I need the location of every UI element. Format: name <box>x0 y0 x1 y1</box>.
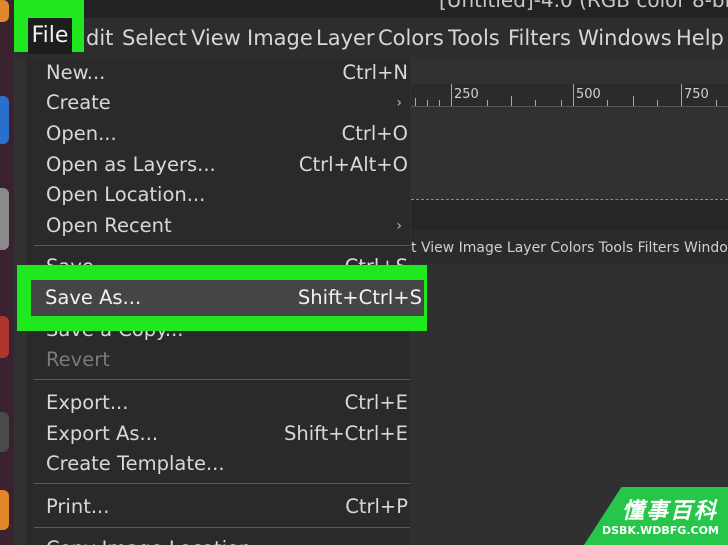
app-icon-orange-2[interactable] <box>0 490 9 530</box>
canvas-area[interactable] <box>411 107 728 199</box>
window-title: [Untitled]-4.0 (RGB color 8-bit <box>439 0 728 12</box>
secondary-menu-text[interactable]: t View Image Layer Colors Tools Filters … <box>411 240 728 256</box>
menu-layer[interactable]: Layer <box>316 26 375 50</box>
menu-filters[interactable]: Filters <box>508 26 571 50</box>
menu-view[interactable]: View <box>191 26 241 50</box>
menu-item-save-as[interactable]: Save As... Shift+Ctrl+S <box>31 280 424 316</box>
app-icon-gray[interactable] <box>0 188 9 250</box>
ruler-label-500: 500 <box>576 87 601 102</box>
app-icon-red[interactable] <box>0 316 9 358</box>
ruler-label-750: 750 <box>684 87 709 102</box>
menu-item-open-location[interactable]: Open Location... <box>26 180 410 210</box>
menu-separator <box>34 245 410 246</box>
menu-item-revert: Revert <box>46 348 110 371</box>
ruler-label-250: 250 <box>454 87 479 102</box>
menu-image[interactable]: Image <box>247 26 313 50</box>
menu-item-new[interactable]: New... Ctrl+N <box>26 58 410 88</box>
menu-separator <box>34 483 410 484</box>
watermark-text: 懂事百科 <box>622 499 719 524</box>
menu-select[interactable]: Select <box>122 26 187 50</box>
gimp-window: [Untitled]-4.0 (RGB color 8-bit dit Sele… <box>14 0 728 545</box>
menu-item-open-recent[interactable]: Open Recent › <box>26 211 410 241</box>
app-icon-orange[interactable] <box>0 0 9 22</box>
menu-tools[interactable]: Tools <box>448 26 500 50</box>
menu-separator <box>34 527 410 528</box>
menu-item-create[interactable]: Create › <box>26 88 410 118</box>
image-boundary <box>411 199 728 230</box>
menu-item-open[interactable]: Open... Ctrl+O <box>26 119 410 149</box>
menu-item-export[interactable]: Export... Ctrl+E <box>26 388 410 418</box>
menu-item-create-template[interactable]: Create Template... <box>26 449 410 479</box>
horizontal-ruler: 250 500 750 <box>411 84 728 107</box>
menu-item-copy-image-location[interactable]: Copy Image Location <box>26 534 410 545</box>
menu-item-print[interactable]: Print... Ctrl+P <box>26 492 410 522</box>
title-bar: [Untitled]-4.0 (RGB color 8-bit <box>14 0 728 18</box>
menu-item-open-as-layers[interactable]: Open as Layers... Ctrl+Alt+O <box>26 150 410 180</box>
menu-help[interactable]: Help <box>676 26 724 50</box>
watermark-logo: 懂事百科 DSBK.WDBFG.COM <box>584 487 728 545</box>
secondary-menu-bar: t View Image Layer Colors Tools Filters … <box>411 230 728 264</box>
menu-item-export-as[interactable]: Export As... Shift+Ctrl+E <box>26 419 410 449</box>
chevron-right-icon: › <box>396 95 402 111</box>
menu-bar: dit Select View Image Layer Colors Tools… <box>14 18 728 58</box>
chevron-right-icon: › <box>396 218 402 234</box>
menu-separator <box>34 379 410 380</box>
menu-file[interactable]: File <box>28 18 72 54</box>
menu-edit[interactable]: dit <box>86 26 113 50</box>
menu-colors[interactable]: Colors <box>378 26 444 50</box>
menu-windows[interactable]: Windows <box>578 26 672 50</box>
watermark-url: DSBK.WDBFG.COM <box>602 524 719 537</box>
app-icon-blue[interactable] <box>0 96 9 144</box>
app-icon-dark[interactable] <box>0 412 9 452</box>
launcher-dock <box>0 0 14 545</box>
